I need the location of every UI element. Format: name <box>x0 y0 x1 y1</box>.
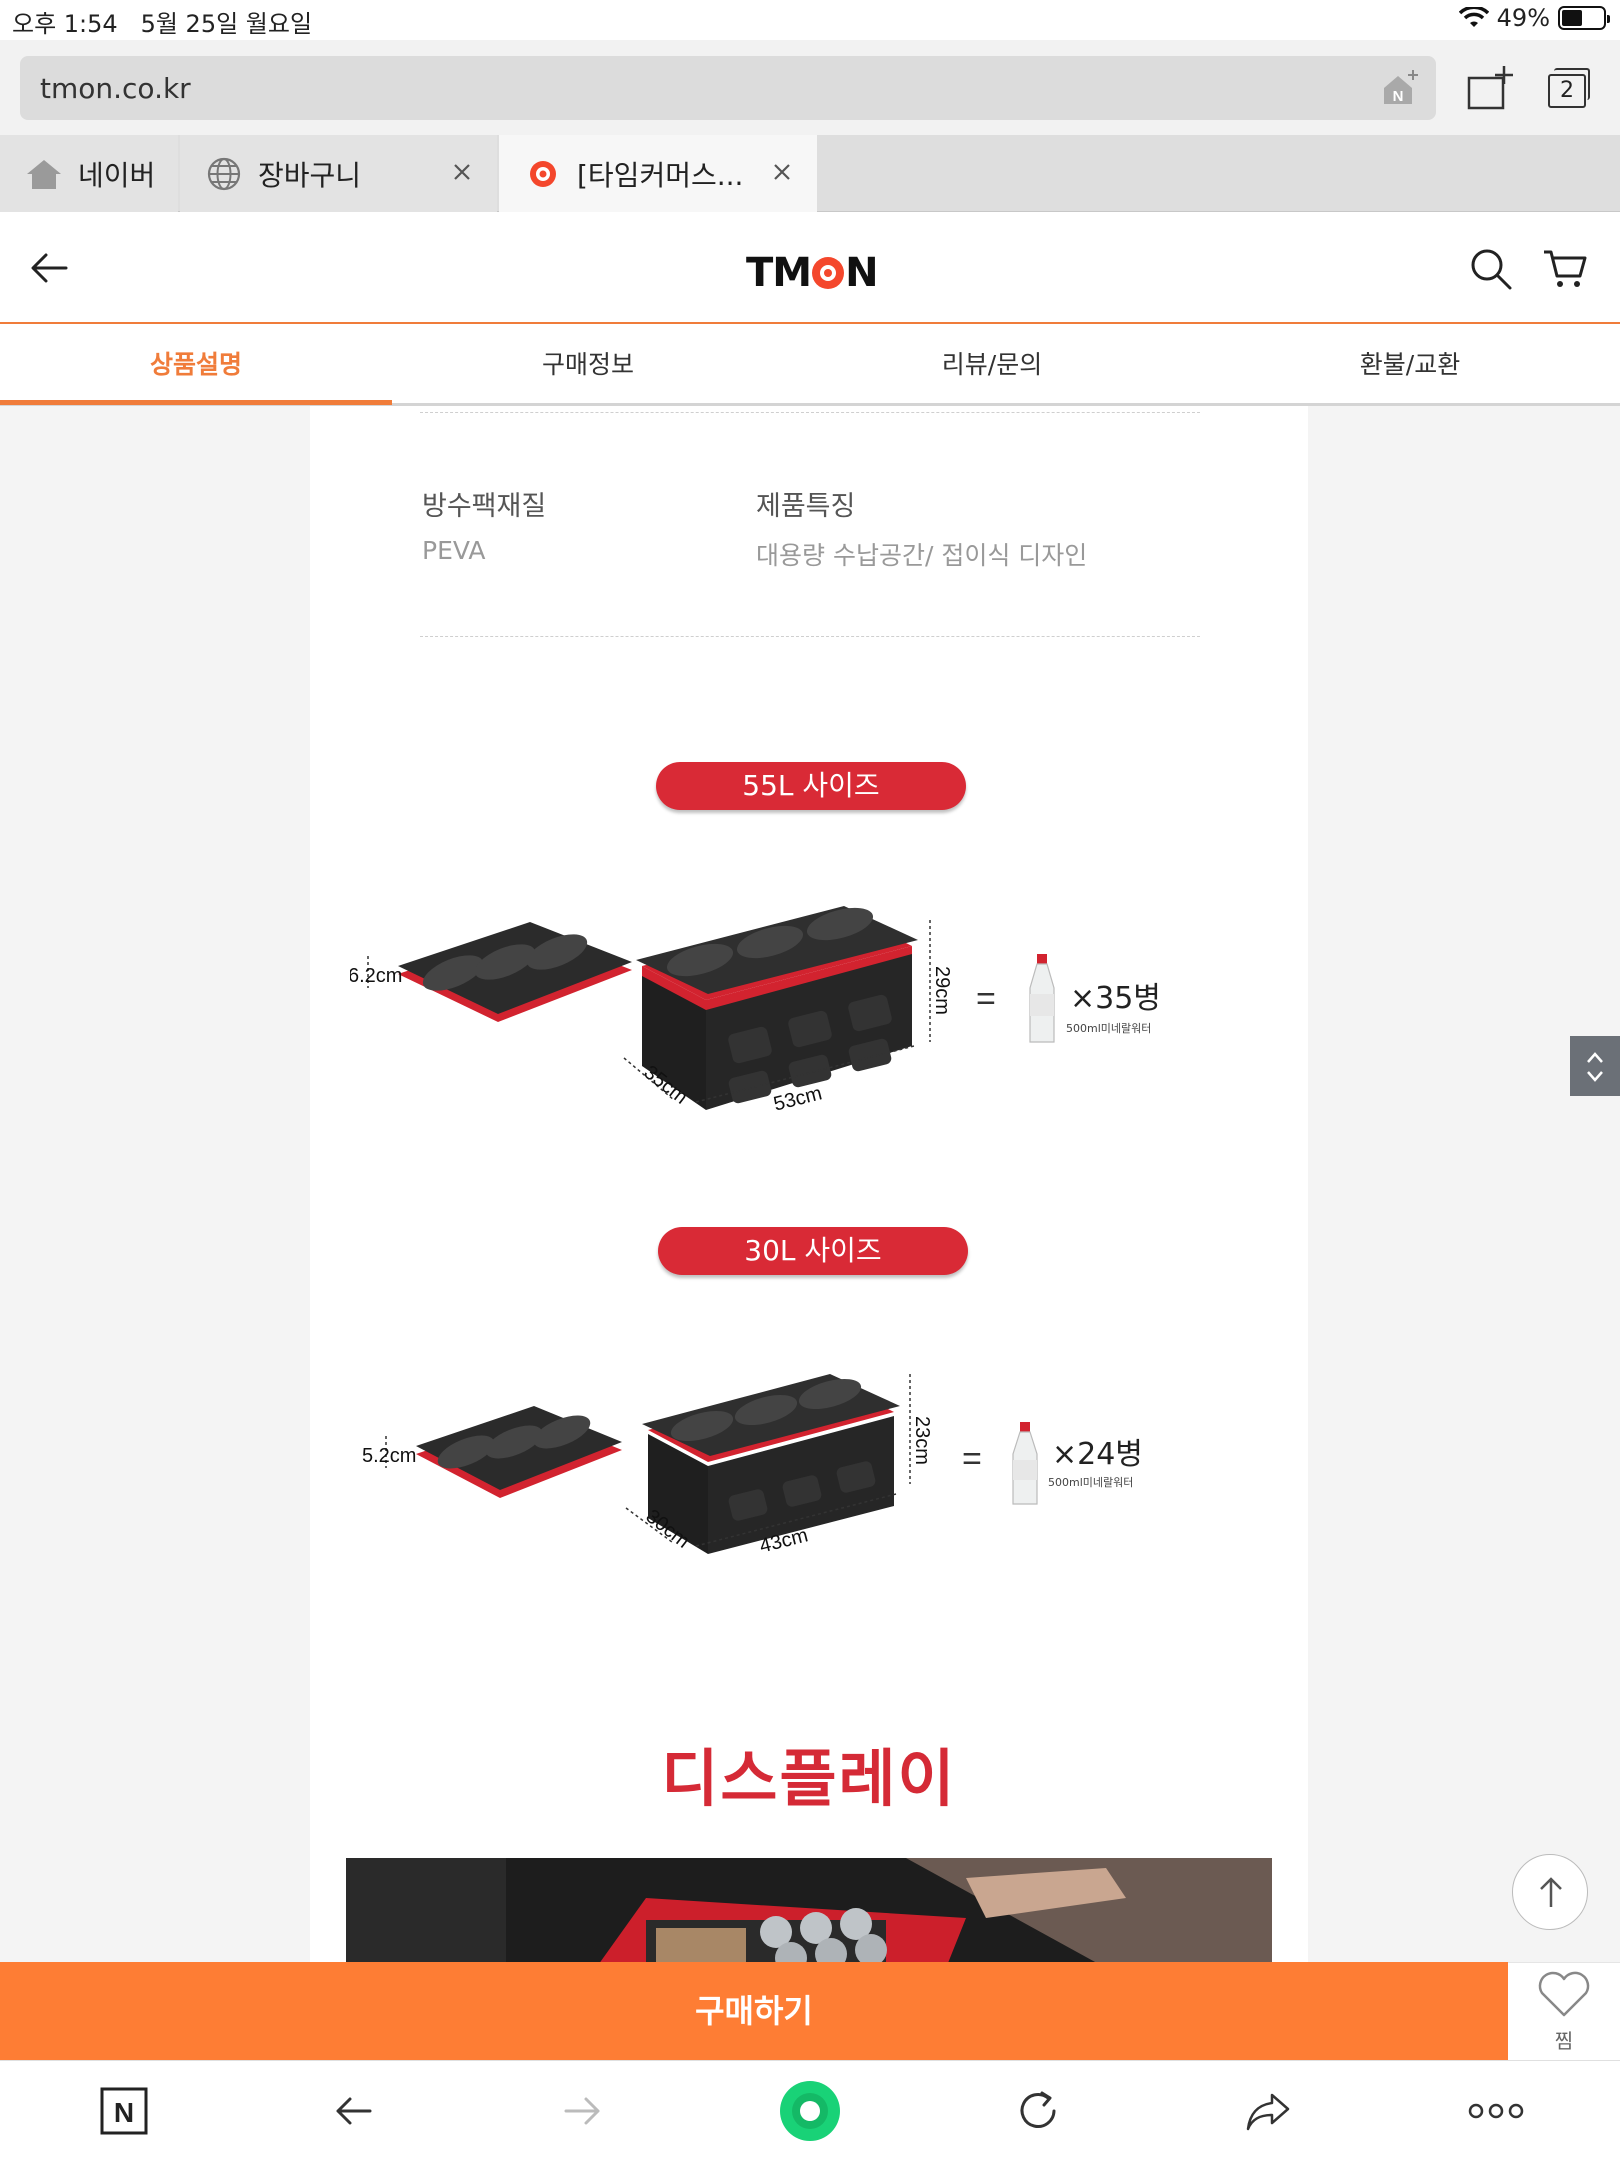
size-30l-diagram: 5.2cm 30cm 43cm 23cm = ×24병 500ml미네랄워터 <box>362 1374 1143 1558</box>
size-55l-diagram: 6.2cm 35cm 53cm 29cm = ×35병 500ml미네랄워터 <box>350 906 1161 1110</box>
arrow-right-icon <box>564 2097 600 2125</box>
tmon-favicon <box>523 154 563 194</box>
share-button[interactable] <box>1236 2079 1300 2143</box>
battery-icon <box>1558 6 1610 30</box>
wifi-icon <box>1458 7 1489 27</box>
bottle-icon <box>1029 954 1055 1043</box>
browser-forward-button[interactable] <box>550 2079 614 2143</box>
dim-folded-height: 6.2cm <box>350 965 402 987</box>
dim-folded-height: 5.2cm <box>362 1445 416 1467</box>
bottle-count: ×24병 <box>1052 1437 1143 1472</box>
dim-height: 29cm <box>931 966 953 1015</box>
arrow-left-icon <box>336 2097 372 2125</box>
spec-value-feature: 대용량 수납공간/ 접이식 디자인 <box>756 541 1088 570</box>
browser-tab-tmon[interactable]: [타임커머스... <box>499 135 817 212</box>
browser-toolbar: N <box>0 2060 1620 2160</box>
spec-label-feature: 제품특징 <box>756 491 856 522</box>
browser-back-button[interactable] <box>322 2079 386 2143</box>
product-tabs: 상품설명 구매정보 리뷰/문의 환불/교환 <box>0 326 1620 406</box>
naver-green-dot-button[interactable] <box>778 2079 842 2143</box>
divider <box>420 636 1200 637</box>
chevron-down-icon <box>1587 1071 1603 1082</box>
active-tab-indicator <box>0 400 392 405</box>
status-bar: 오후 1:54 5월 25일 월요일 49% <box>0 0 1620 40</box>
tab-reviews[interactable]: 리뷰/문의 <box>800 326 1184 406</box>
more-menu-button[interactable] <box>1464 2079 1528 2143</box>
home-icon <box>24 154 64 194</box>
reload-button[interactable] <box>1006 2079 1070 2143</box>
tab-switcher-button[interactable]: 2 <box>1544 66 1592 112</box>
bottle-note: 500ml미네랄워터 <box>1048 1476 1133 1489</box>
equals-sign: = <box>962 1440 982 1478</box>
back-arrow-icon[interactable] <box>26 246 74 290</box>
tab-description[interactable]: 상품설명 <box>0 326 392 406</box>
globe-icon <box>204 154 244 194</box>
green-dot-icon <box>780 2081 840 2141</box>
svg-text:N: N <box>1393 88 1404 105</box>
wish-button[interactable]: 찜 <box>1508 1962 1620 2060</box>
scroll-to-top-button[interactable] <box>1512 1854 1588 1930</box>
open-box-illustration <box>636 906 918 1110</box>
status-time: 오후 1:54 5월 25일 월요일 <box>12 10 313 38</box>
browser-tab-cart[interactable]: 장바구니 <box>180 135 497 212</box>
equals-sign: = <box>976 980 996 1018</box>
logo-o-mark <box>812 257 845 289</box>
tmon-logo[interactable]: TM N <box>746 250 879 296</box>
scroll-nav-widget[interactable] <box>1570 1036 1620 1096</box>
svg-text:N: N <box>114 2097 134 2128</box>
new-tab-icon[interactable] <box>1466 64 1516 114</box>
size-55l-title: 55L 사이즈 <box>656 762 966 810</box>
naver-home-add-icon[interactable]: N <box>1380 68 1420 108</box>
address-bar[interactable]: tmon.co.kr N <box>20 56 1436 120</box>
search-icon[interactable] <box>1468 246 1514 292</box>
heart-icon <box>1538 1971 1590 2017</box>
browser-tab-strip: 네이버 장바구니 [타임커머스... <box>0 135 1620 212</box>
bottle-note: 500ml미네랄워터 <box>1066 1022 1151 1035</box>
arrow-up-icon <box>1540 1877 1562 1907</box>
more-dots-icon <box>1468 2103 1524 2119</box>
site-header: TM N <box>0 212 1620 324</box>
close-tab-icon[interactable] <box>767 157 797 187</box>
buy-button[interactable]: 구매하기 <box>0 1962 1508 2060</box>
size-30l-title: 30L 사이즈 <box>658 1227 968 1275</box>
bottle-count: ×35병 <box>1070 981 1161 1016</box>
tab-count: 2 <box>1548 74 1586 108</box>
display-photo <box>346 1858 1272 1962</box>
display-section-heading: 디스플레이 <box>661 1742 957 1815</box>
reload-icon <box>1020 2091 1056 2128</box>
dim-height: 23cm <box>911 1416 933 1465</box>
naver-n-icon: N <box>100 2087 148 2135</box>
url-text: tmon.co.kr <box>40 72 191 105</box>
divider <box>420 412 1200 413</box>
browser-tab-naver[interactable]: 네이버 <box>0 135 178 212</box>
folded-box-illustration <box>398 922 632 1022</box>
bottle-icon <box>1012 1422 1038 1505</box>
tab-refund[interactable]: 환불/교환 <box>1220 326 1600 406</box>
share-icon <box>1246 2093 1290 2131</box>
folded-box-illustration <box>416 1406 622 1498</box>
battery-percent: 49% <box>1496 4 1550 32</box>
naver-n-button[interactable]: N <box>92 2079 156 2143</box>
cart-icon[interactable] <box>1542 246 1588 292</box>
tab-purchase-info[interactable]: 구매정보 <box>392 326 784 406</box>
close-tab-icon[interactable] <box>447 157 477 187</box>
chevron-up-icon <box>1587 1052 1603 1063</box>
wish-label: 찜 <box>1554 2029 1574 2053</box>
browser-address-area: tmon.co.kr N 2 <box>0 40 1620 135</box>
spec-value-material: PEVA <box>422 536 486 565</box>
battery-level <box>1562 10 1582 26</box>
spec-label-material: 방수팩재질 <box>422 491 547 522</box>
product-detail-content: 방수팩재질 PEVA 제품특징 대용량 수납공간/ 접이식 디자인 55L 사이… <box>310 406 1308 1962</box>
